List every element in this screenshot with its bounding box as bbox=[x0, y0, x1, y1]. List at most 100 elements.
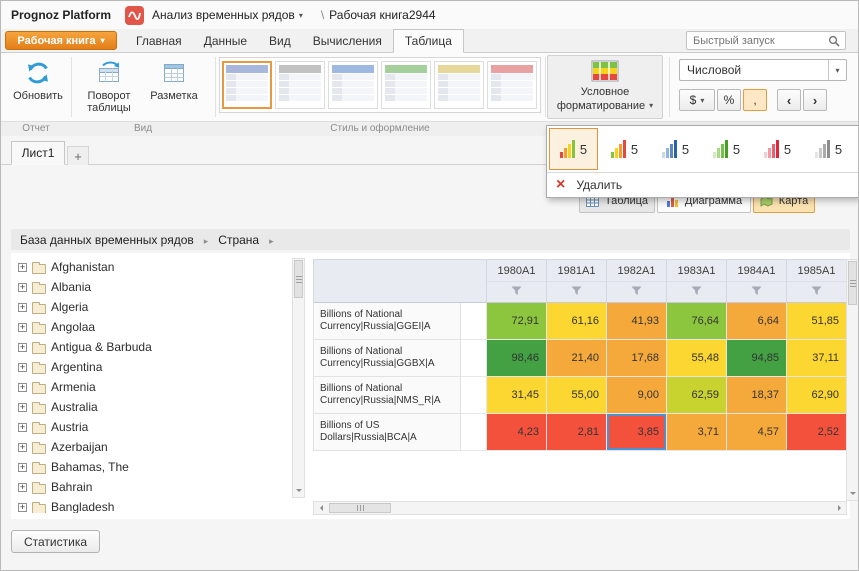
tree-item[interactable]: Bahamas, The bbox=[11, 457, 291, 477]
row-header[interactable]: Billions of National Currency|Russia|GGB… bbox=[313, 340, 461, 377]
expand-icon[interactable] bbox=[18, 383, 27, 392]
data-cell[interactable]: 17,68 bbox=[607, 340, 667, 377]
conditional-formatting-button[interactable]: Условное форматирование bbox=[547, 55, 663, 119]
quick-search-input[interactable] bbox=[687, 35, 828, 47]
sheet-tab-list1[interactable]: Лист1 bbox=[11, 141, 65, 165]
grid-horizontal-scrollbar[interactable] bbox=[313, 501, 847, 515]
data-cell[interactable]: 76,64 bbox=[667, 303, 727, 340]
style-thumbnail[interactable] bbox=[275, 61, 325, 109]
column-header[interactable]: 1984A1 bbox=[727, 259, 787, 303]
decrease-decimal-button[interactable]: ‹ bbox=[777, 89, 801, 111]
tab-table[interactable]: Таблица bbox=[393, 29, 464, 53]
column-header[interactable]: 1980A1 bbox=[487, 259, 547, 303]
scroll-right-icon[interactable] bbox=[832, 502, 846, 514]
scrollbar-thumb[interactable] bbox=[329, 503, 391, 513]
tab-calculations[interactable]: Вычисления bbox=[302, 29, 393, 52]
data-cell[interactable]: 55,00 bbox=[547, 377, 607, 414]
quick-search-box[interactable] bbox=[686, 31, 846, 50]
tree-item[interactable]: Australia bbox=[11, 397, 291, 417]
filter-funnel-icon[interactable] bbox=[511, 286, 522, 296]
column-header[interactable]: 1981A1 bbox=[547, 259, 607, 303]
column-header[interactable]: 1985A1 bbox=[787, 259, 847, 303]
data-cell[interactable]: 98,46 bbox=[487, 340, 547, 377]
scroll-down-icon[interactable] bbox=[847, 488, 858, 499]
column-header[interactable]: 1982A1 bbox=[607, 259, 667, 303]
data-cell[interactable]: 2,81 bbox=[547, 414, 607, 451]
filter-funnel-icon[interactable] bbox=[571, 286, 582, 296]
breadcrumb-dimension[interactable]: Страна bbox=[218, 233, 259, 247]
workbook-menu-button[interactable]: Рабочая книга bbox=[5, 31, 117, 50]
tree-item[interactable]: Armenia bbox=[11, 377, 291, 397]
number-format-select[interactable]: Числовой bbox=[679, 59, 847, 81]
data-cell[interactable]: 37,11 bbox=[787, 340, 847, 377]
iconset-option[interactable]: 5 bbox=[753, 128, 802, 170]
data-cell-selected[interactable]: 3,85 bbox=[607, 414, 667, 451]
tab-view[interactable]: Вид bbox=[258, 29, 302, 52]
iconset-option[interactable]: 5 bbox=[600, 128, 649, 170]
expand-icon[interactable] bbox=[18, 343, 27, 352]
scroll-down-icon[interactable] bbox=[293, 485, 304, 496]
row-header[interactable]: Billions of National Currency|Russia|GGE… bbox=[313, 303, 461, 340]
tab-data[interactable]: Данные bbox=[193, 29, 258, 52]
row-header[interactable]: Billions of US Dollars|Russia|BCA|A bbox=[313, 414, 461, 451]
tree-item[interactable]: Angolaa bbox=[11, 317, 291, 337]
expand-icon[interactable] bbox=[18, 483, 27, 492]
data-cell[interactable]: 94,85 bbox=[727, 340, 787, 377]
tree-item[interactable]: Afghanistan bbox=[11, 257, 291, 277]
scroll-left-icon[interactable] bbox=[314, 502, 328, 514]
iconset-option[interactable]: 5 bbox=[702, 128, 751, 170]
breadcrumb-database[interactable]: База данных временных рядов bbox=[20, 233, 194, 247]
filter-funnel-icon[interactable] bbox=[811, 286, 822, 296]
scrollbar-thumb[interactable] bbox=[848, 261, 857, 305]
add-sheet-button[interactable]: + bbox=[67, 146, 89, 165]
data-cell[interactable]: 61,16 bbox=[547, 303, 607, 340]
delete-formatting-item[interactable]: Удалить bbox=[547, 172, 858, 197]
data-cell[interactable]: 41,93 bbox=[607, 303, 667, 340]
data-cell[interactable]: 9,00 bbox=[607, 377, 667, 414]
expand-icon[interactable] bbox=[18, 363, 27, 372]
style-thumbnail[interactable] bbox=[381, 61, 431, 109]
tree-item[interactable]: Austria bbox=[11, 417, 291, 437]
data-cell[interactable]: 72,91 bbox=[487, 303, 547, 340]
filter-funnel-icon[interactable] bbox=[691, 286, 702, 296]
iconset-option[interactable]: 5 bbox=[549, 128, 598, 170]
data-cell[interactable]: 21,40 bbox=[547, 340, 607, 377]
tree-item[interactable]: Albania bbox=[11, 277, 291, 297]
tree-scrollbar[interactable] bbox=[292, 258, 305, 498]
expand-icon[interactable] bbox=[18, 323, 27, 332]
statistics-button[interactable]: Статистика bbox=[11, 530, 100, 553]
data-cell[interactable]: 18,37 bbox=[727, 377, 787, 414]
scrollbar-thumb[interactable] bbox=[294, 260, 303, 298]
iconset-option[interactable]: 5 bbox=[651, 128, 700, 170]
tree-item[interactable]: Algeria bbox=[11, 297, 291, 317]
expand-icon[interactable] bbox=[18, 263, 27, 272]
data-cell[interactable]: 2,52 bbox=[787, 414, 847, 451]
expand-icon[interactable] bbox=[18, 283, 27, 292]
data-cell[interactable]: 62,90 bbox=[787, 377, 847, 414]
tree-item[interactable]: Argentina bbox=[11, 357, 291, 377]
tree-item[interactable]: Bahrain bbox=[11, 477, 291, 497]
expand-icon[interactable] bbox=[18, 403, 27, 412]
chevron-down-icon[interactable] bbox=[828, 60, 846, 80]
expand-icon[interactable] bbox=[18, 463, 27, 472]
column-header[interactable]: 1983A1 bbox=[667, 259, 727, 303]
currency-format-button[interactable]: $ bbox=[679, 89, 715, 111]
filter-funnel-icon[interactable] bbox=[631, 286, 642, 296]
data-cell[interactable]: 4,23 bbox=[487, 414, 547, 451]
data-cell[interactable]: 55,48 bbox=[667, 340, 727, 377]
tree-item[interactable]: Antigua & Barbuda bbox=[11, 337, 291, 357]
data-cell[interactable]: 62,59 bbox=[667, 377, 727, 414]
tree-item[interactable]: Bangladesh bbox=[11, 497, 291, 513]
style-thumbnail[interactable] bbox=[434, 61, 484, 109]
percent-format-button[interactable]: % bbox=[717, 89, 741, 111]
module-selector[interactable]: Анализ временных рядов bbox=[152, 8, 303, 22]
expand-icon[interactable] bbox=[18, 423, 27, 432]
pivot-table-button[interactable]: Поворот таблицы bbox=[77, 56, 141, 118]
style-thumbnail[interactable] bbox=[487, 61, 537, 109]
layout-button[interactable]: Разметка bbox=[145, 56, 203, 118]
iconset-option[interactable]: 5 bbox=[804, 128, 853, 170]
thousands-separator-button[interactable]: , bbox=[743, 89, 767, 111]
data-cell[interactable]: 4,57 bbox=[727, 414, 787, 451]
filter-funnel-icon[interactable] bbox=[751, 286, 762, 296]
data-cell[interactable]: 6,64 bbox=[727, 303, 787, 340]
